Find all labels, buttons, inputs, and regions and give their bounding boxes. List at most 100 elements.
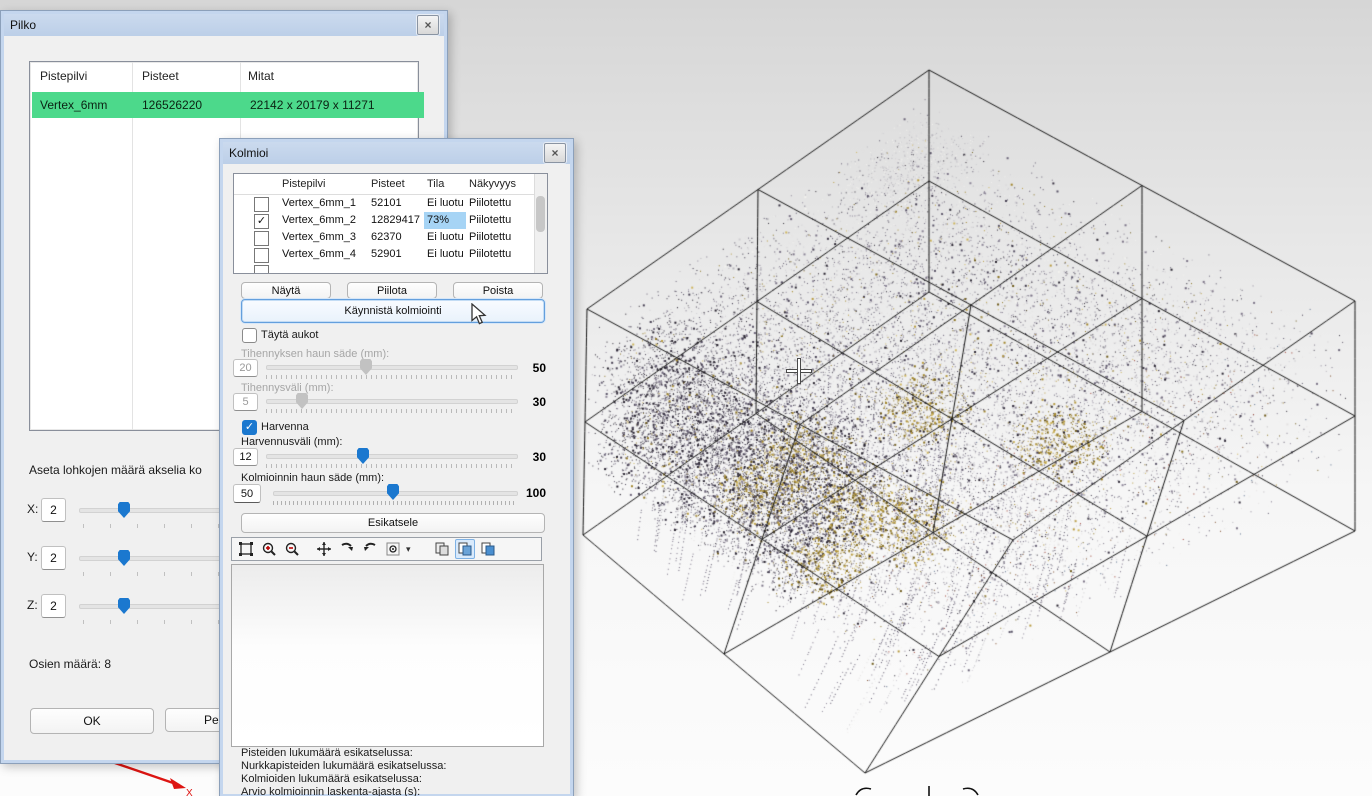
cell-visibility: Piilotettu <box>469 214 511 226</box>
rotate-cw-icon[interactable] <box>337 539 357 559</box>
table-row-partial[interactable] <box>234 263 535 274</box>
table-row[interactable]: Vertex_6mm_4 52901 Ei luotu Piilotettu <box>234 246 535 263</box>
kolmioi-pointcloud-table[interactable]: Pistepilvi Pisteet Tila Näkyvyys Vertex_… <box>233 173 548 274</box>
zoom-in-icon[interactable] <box>259 539 279 559</box>
parts-count-label: Osien määrä: 8 <box>29 657 111 671</box>
status-time-estimate: Arvio kolmioinnin laskenta-ajasta (s): <box>241 786 420 796</box>
status-triangle-count: Kolmioiden lukumäärä esikatselussa: <box>241 773 422 785</box>
densify-spacing-max: 30 <box>513 395 546 409</box>
thinning-spacing-thumb[interactable] <box>357 448 369 464</box>
zoom-window-icon[interactable] <box>236 539 256 559</box>
cell-status: Ei luotu <box>427 197 464 209</box>
view-dropdown-icon[interactable]: ▾ <box>406 544 416 555</box>
paste-view-alt-icon[interactable] <box>478 539 498 559</box>
densify-radius-value[interactable]: 20 <box>233 359 258 377</box>
pilko-titlebar[interactable]: Pilko <box>4 14 444 36</box>
rotate-ccw-icon[interactable] <box>360 539 380 559</box>
ok-button[interactable]: OK <box>30 708 154 734</box>
densify-spacing-thumb[interactable] <box>296 393 308 409</box>
densify-radius-thumb[interactable] <box>360 359 372 375</box>
mouse-pointer-icon <box>471 303 489 327</box>
fill-holes-label: Täytä aukot <box>261 329 318 341</box>
column-header-pistepilvi[interactable]: Pistepilvi <box>40 62 87 90</box>
row-checkbox[interactable] <box>254 248 269 263</box>
kolmioi-title: Kolmioi <box>223 146 268 160</box>
x-value-field[interactable]: 2 <box>41 498 66 522</box>
table-row[interactable]: Vertex_6mm_1 52101 Ei luotu Piilotettu <box>234 195 535 212</box>
thin-label: Harvenna <box>261 421 309 433</box>
delete-button[interactable]: Poista <box>453 282 543 299</box>
hide-button[interactable]: Piilota <box>347 282 437 299</box>
scrollbar-thumb[interactable] <box>536 196 545 232</box>
row-checkbox[interactable] <box>254 197 269 212</box>
densify-radius-max: 50 <box>513 361 546 375</box>
cell-points: 52101 <box>371 197 402 209</box>
y-axis-label: Y: <box>27 550 38 564</box>
triangulation-radius-value[interactable]: 50 <box>233 484 261 503</box>
y-value-field[interactable]: 2 <box>41 546 66 570</box>
table-row[interactable]: Vertex_6mm_3 62370 Ei luotu Piilotettu <box>234 229 535 246</box>
cell-status-progress: 73% <box>427 214 449 226</box>
cell-points: 52901 <box>371 248 402 260</box>
paste-view-active-icon[interactable] <box>455 539 475 559</box>
thinning-spacing-max: 30 <box>513 450 546 464</box>
z-value-field[interactable]: 2 <box>41 594 66 618</box>
status-corner-count: Nurkkapisteiden lukumäärä esikatselussa: <box>241 760 446 772</box>
column-header-pistepilvi[interactable]: Pistepilvi <box>282 178 325 190</box>
x-slider-thumb[interactable] <box>118 502 130 518</box>
cell-visibility: Piilotettu <box>469 248 511 260</box>
thinning-spacing-value[interactable]: 12 <box>233 448 258 466</box>
center-view-icon[interactable] <box>383 539 403 559</box>
y-slider-thumb[interactable] <box>118 550 130 566</box>
densify-radius-track[interactable] <box>266 365 518 370</box>
column-header-pisteet[interactable]: Pisteet <box>371 178 405 190</box>
cell-status: Ei luotu <box>427 248 464 260</box>
column-header-nakyvyys[interactable]: Näkyvyys <box>469 178 516 190</box>
table-scrollbar[interactable] <box>534 174 547 273</box>
copy-view-icon[interactable] <box>432 539 452 559</box>
kolmioi-titlebar[interactable]: Kolmioi <box>223 142 570 164</box>
cell-visibility: Piilotettu <box>469 231 511 243</box>
x-axis-label: X: <box>27 502 38 516</box>
kolmioi-close-button[interactable]: × <box>544 143 566 163</box>
crosshair-cursor-icon <box>786 358 812 384</box>
column-header-mitat[interactable]: Mitat <box>248 62 274 90</box>
zoom-out-icon[interactable] <box>282 539 302 559</box>
cell-name: Vertex_6mm_4 <box>282 248 356 260</box>
row-checkbox[interactable] <box>254 265 269 274</box>
column-header-pisteet[interactable]: Pisteet <box>142 62 179 90</box>
densify-spacing-value[interactable]: 5 <box>233 393 258 411</box>
cell-name: Vertex_6mm_1 <box>282 197 356 209</box>
axis-section-label: Aseta lohkojen määrä akselia ko <box>29 463 202 477</box>
row-checkbox-checked[interactable]: ✓ <box>254 214 269 229</box>
cell-points: 12829417 <box>371 214 420 226</box>
table-row[interactable]: ✓ Vertex_6mm_2 12829417 73% Piilotettu <box>234 212 535 229</box>
pan-icon[interactable] <box>314 539 334 559</box>
close-icon: × <box>424 18 431 32</box>
start-triangulation-button[interactable]: Käynnistä kolmiointi <box>241 299 545 323</box>
check-icon: ✓ <box>245 422 254 433</box>
thinning-spacing-track[interactable] <box>266 454 518 459</box>
cell-name: Vertex_6mm_3 <box>282 231 356 243</box>
thin-checkbox-checked[interactable]: ✓ <box>242 420 257 435</box>
cell-points: 62370 <box>371 231 402 243</box>
triangulation-radius-thumb[interactable] <box>387 484 399 500</box>
preview-button[interactable]: Esikatsele <box>241 513 545 533</box>
application-window: { "icons": { "check": "✓", "close": "×",… <box>0 0 1372 796</box>
column-header-tila[interactable]: Tila <box>427 178 444 190</box>
row-checkbox[interactable] <box>254 231 269 246</box>
pilko-title: Pilko <box>4 18 36 32</box>
triangulation-preview-area[interactable] <box>231 564 544 747</box>
triangulation-radius-label: Kolmioinnin haun säde (mm): <box>241 472 384 484</box>
close-icon: × <box>551 146 558 160</box>
z-axis-label: Z: <box>27 598 38 612</box>
thinning-spacing-label: Harvennusväli (mm): <box>241 436 342 448</box>
show-button[interactable]: Näytä <box>241 282 331 299</box>
z-slider-thumb[interactable] <box>118 598 130 614</box>
check-icon: ✓ <box>257 216 266 227</box>
cell-name: Vertex_6mm_2 <box>282 214 356 226</box>
cell-points: 126526220 <box>134 92 246 118</box>
kolmioi-dialog: Kolmioi × Pistepilvi Pisteet Tila Näkyvy… <box>219 138 574 796</box>
pilko-close-button[interactable]: × <box>417 15 439 35</box>
fill-holes-checkbox[interactable] <box>242 328 257 343</box>
